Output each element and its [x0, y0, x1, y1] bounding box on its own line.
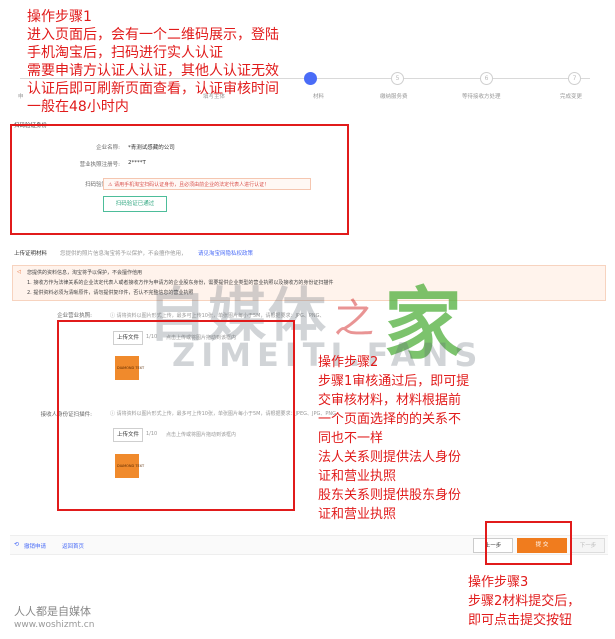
step-4-indicator	[304, 72, 317, 85]
annotation-line: 认证后即可刷新页面查看，认证审核时间	[27, 81, 279, 97]
annotation-line: 即可点击提交按钮	[468, 613, 573, 628]
step-1-label: 申	[18, 94, 24, 100]
upload-section-title: 上传证明材料	[14, 251, 48, 257]
back-home-link[interactable]: 返回首页	[62, 542, 84, 550]
annotation-line: 法人关系则提供法人身份	[318, 450, 462, 465]
privacy-policy-link[interactable]: 请见淘宝网隐私权政策	[198, 249, 253, 257]
annotation-line: 股东关系则提供股东身份	[318, 488, 462, 503]
footer-brand: 人人都是自媒体	[14, 605, 91, 618]
step-5-indicator: 5	[391, 72, 404, 85]
annotation-line: 交审核材料，材料根据前	[318, 393, 462, 408]
annotation-line: 操作步骤3	[468, 575, 529, 590]
highlight-box-step3	[485, 521, 572, 565]
info-icon: ⓘ	[110, 313, 117, 319]
annotation-line: 步骤2材料提交后，	[468, 594, 581, 609]
annotation-step2: 操作步骤2 步骤1审核通过后，即可提 交审核材料，材料根据前 一个页面选择的的关…	[318, 353, 469, 524]
step-7-indicator: 7	[568, 72, 581, 85]
step-6-label: 等待接收方处理	[462, 94, 501, 100]
annotation-line: 一般在48小时内	[27, 99, 129, 115]
annotation-step1: 操作步骤1 进入页面后，会有一个二维码展示，登陆 手机淘宝后，扫码进行实人认证 …	[27, 8, 279, 116]
license-upload-label: 企业营业执照:	[57, 313, 92, 319]
step-7-label: 完成变更	[560, 94, 583, 100]
highlight-box-step2	[57, 320, 295, 511]
revoke-icon: ⟲	[14, 541, 20, 548]
highlight-box-step1	[10, 124, 349, 235]
revoke-link[interactable]: 撤销申请	[24, 542, 46, 550]
upload-section-subtitle: 您提供的照片信息淘宝将予以保护，不会擅作他用，	[60, 251, 187, 257]
notice-icon: ◁	[17, 269, 21, 275]
step-5-label: 缴纳服务费	[380, 94, 408, 100]
annotation-line: 证和营业执照	[318, 469, 397, 484]
annotation-line: 操作步骤1	[27, 9, 92, 25]
step-6-indicator: 6	[480, 72, 493, 85]
annotation-line: 证和营业执照	[318, 507, 397, 522]
annotation-line: 步骤1审核通过后，即可提	[318, 374, 470, 389]
annotation-line: 同也不一样	[318, 431, 384, 446]
annotation-line: 一个页面选择的的关系不	[318, 412, 462, 427]
annotation-line: 操作步骤2	[318, 355, 379, 370]
annotation-step3: 操作步骤3 步骤2材料提交后， 即可点击提交按钮	[468, 573, 580, 630]
annotation-line: 进入页面后，会有一个二维码展示，登陆	[27, 27, 279, 43]
next-button[interactable]: 下一步	[571, 538, 605, 553]
footer-url: www.woshizmt.cn	[14, 620, 95, 630]
annotation-line: 手机淘宝后，扫码进行实人认证	[27, 45, 223, 61]
step-4-label: 材料	[313, 94, 325, 100]
annotation-line: 需要申请方认证人认证，其他人认证无效	[27, 63, 279, 79]
notice-line-0: 您提供的资料信息，淘宝将予以保护，不会擅作他用	[27, 270, 143, 276]
